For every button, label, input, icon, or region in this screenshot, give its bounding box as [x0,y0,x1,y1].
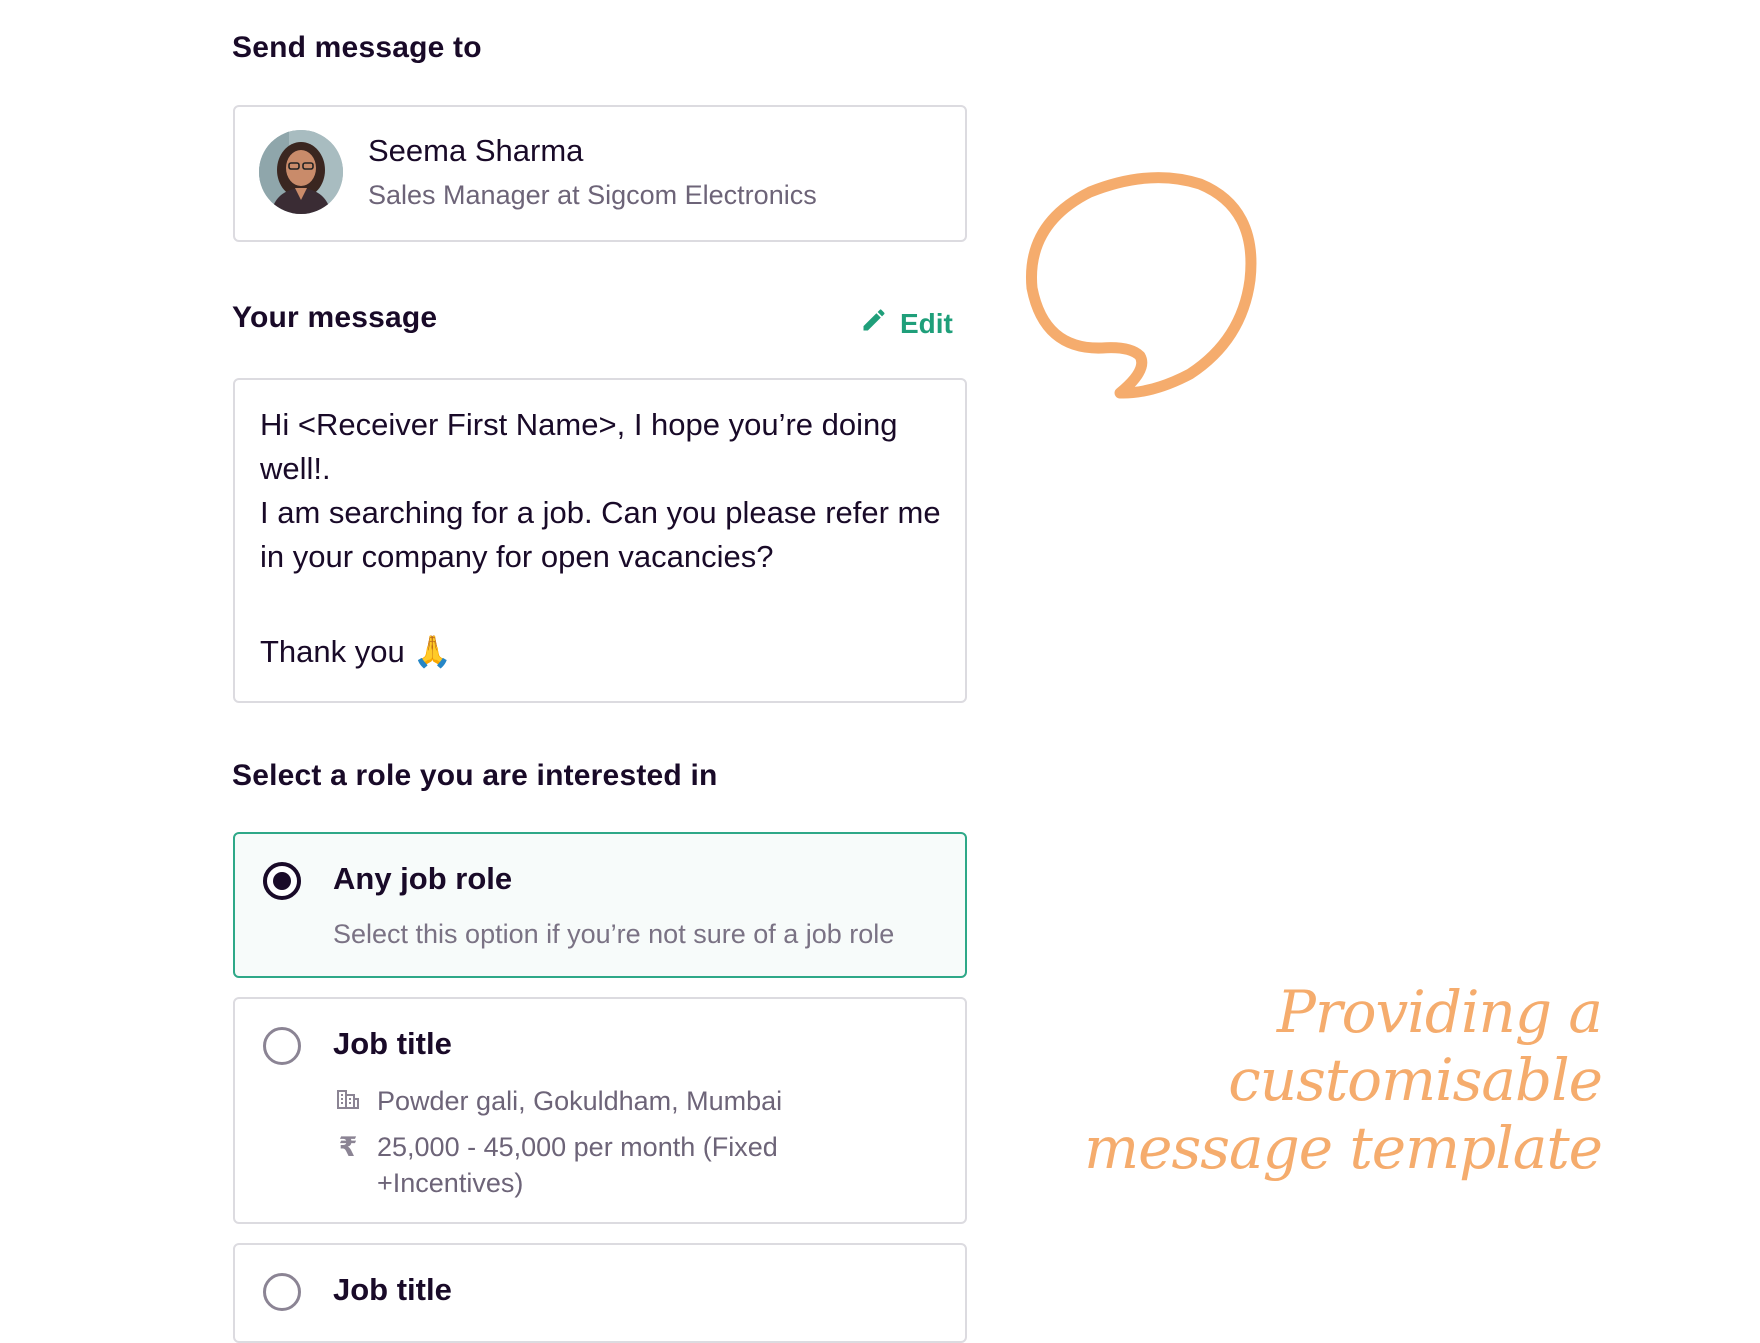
your-message-title: Your message [232,301,438,334]
salary-row: ₹ 25,000 - 45,000 per month (Fixed +Ince… [333,1129,833,1201]
option-title: Any job role [333,861,513,896]
pencil-icon [860,306,888,341]
edit-button[interactable]: Edit [860,306,953,341]
recipient-subtitle: Sales Manager at Sigcom Electronics [368,180,817,210]
edit-label: Edit [900,307,953,339]
message-box[interactable]: Hi <Receiver First Name>, I hope you’re … [233,378,967,703]
recipient-name: Seema Sharma [368,133,584,168]
option-subtitle: Select this option if you’re not sure of… [333,919,895,949]
speech-bubble-icon [1025,172,1257,399]
avatar [259,130,343,214]
location-row: Powder gali, Gokuldham, Mumbai [333,1083,853,1119]
role-option-job-title-2[interactable]: Job title [233,1243,967,1343]
role-option-job-title[interactable]: Job title Powder gali, Gokuldham, Mumbai… [233,997,967,1224]
select-role-title: Select a role you are interested in [232,759,718,792]
radio-job-title-2[interactable] [263,1273,301,1311]
rupee-icon: ₹ [338,1132,358,1162]
building-icon [333,1083,363,1109]
send-message-title: Send message to [232,31,482,64]
annotation-text: Providing a customisable message templat… [1084,978,1603,1182]
salary-text: 25,000 - 45,000 per month (Fixed +Incent… [377,1132,778,1198]
recipient-card: Seema Sharma Sales Manager at Sigcom Ele… [233,105,967,242]
location-text: Powder gali, Gokuldham, Mumbai [377,1086,783,1116]
option-title: Job title [333,1272,452,1307]
message-body: Hi <Receiver First Name>, I hope you’re … [260,407,941,574]
annotation-line-2: customisable [1228,1046,1603,1114]
annotation-line-1: Providing a [1276,978,1603,1046]
message-closing: Thank you 🙏 [260,634,452,669]
radio-job-title[interactable] [263,1027,301,1065]
radio-any-job-role[interactable] [263,862,301,900]
option-title: Job title [333,1026,452,1061]
role-option-any[interactable]: Any job role Select this option if you’r… [233,832,967,978]
annotation-line-3: message template [1084,1114,1603,1182]
